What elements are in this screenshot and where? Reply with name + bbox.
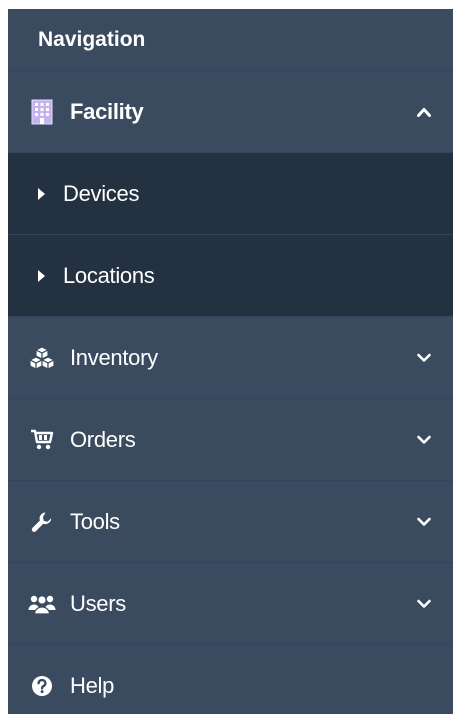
cubes-icon: [28, 344, 56, 372]
caret-right-icon: [38, 269, 45, 282]
navigation-header: Navigation: [8, 9, 453, 71]
users-icon: [28, 590, 56, 618]
chevron-down-icon: [417, 351, 431, 365]
wrench-icon: [28, 508, 56, 536]
subnav-item-label: Locations: [63, 262, 155, 288]
nav-item-facility[interactable]: Facility: [8, 71, 453, 153]
nav-item-tools[interactable]: Tools: [8, 481, 453, 563]
chevron-down-icon: [417, 433, 431, 447]
sidebar-navigation: Navigation Facility Devices Locations In…: [8, 9, 453, 714]
caret-right-icon: [38, 187, 45, 200]
nav-item-label: Orders: [70, 426, 136, 452]
subnav-item-locations[interactable]: Locations: [8, 235, 453, 317]
nav-item-users[interactable]: Users: [8, 563, 453, 645]
chevron-down-icon: [417, 597, 431, 611]
nav-item-label: Users: [70, 590, 126, 616]
cart-icon: [28, 426, 56, 454]
nav-item-help[interactable]: Help: [8, 645, 453, 727]
nav-item-inventory[interactable]: Inventory: [8, 317, 453, 399]
chevron-up-icon: [417, 105, 431, 119]
nav-item-label: Inventory: [70, 344, 158, 370]
subnav-item-devices[interactable]: Devices: [8, 153, 453, 235]
building-icon: [28, 98, 56, 126]
subnav-item-label: Devices: [63, 180, 140, 206]
nav-item-label: Facility: [70, 98, 144, 124]
nav-item-orders[interactable]: Orders: [8, 399, 453, 481]
nav-item-label: Tools: [70, 508, 120, 534]
question-circle-icon: [28, 672, 56, 700]
nav-item-label: Help: [70, 673, 115, 698]
chevron-down-icon: [417, 515, 431, 529]
